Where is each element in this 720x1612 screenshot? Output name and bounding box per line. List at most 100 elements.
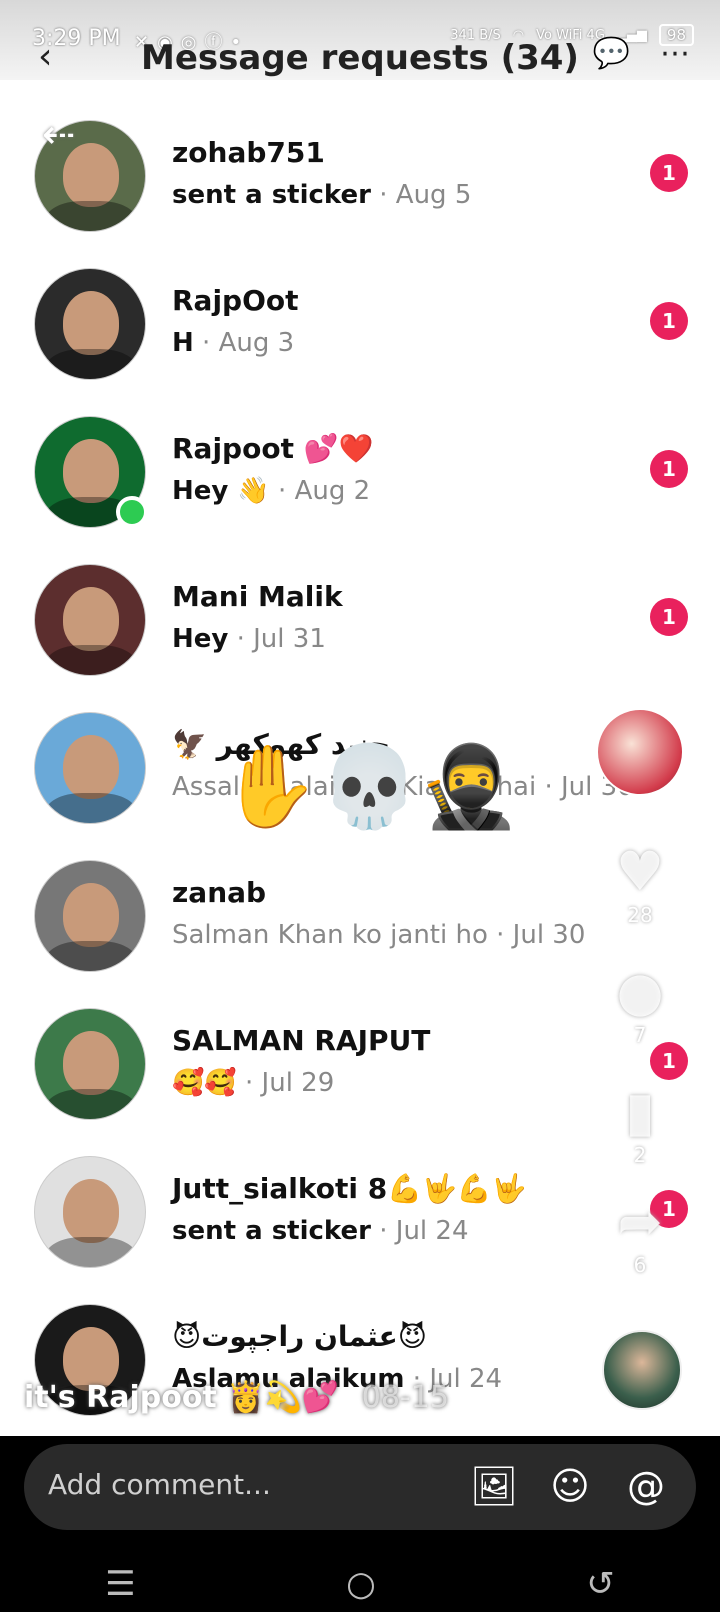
message-preview: sent a sticker · Aug 5 [172, 180, 471, 210]
image-icon[interactable]: 🖼 [470, 1462, 518, 1510]
comment-placeholder: Add comment... [48, 1468, 271, 1501]
share-count: 6 [633, 1253, 647, 1277]
menu-icon[interactable]: ☰ [105, 1564, 135, 1604]
separator: · [487, 920, 513, 950]
video-progress-bar[interactable] [24, 1421, 696, 1435]
comment-button[interactable]: ● 7 [608, 960, 672, 1047]
message-request-row[interactable]: Rajpoot 💕❤️ Hey 👋 · Aug 2 1 [0, 396, 720, 544]
overlay-back-icon[interactable]: ⇠ [42, 112, 76, 158]
like-button[interactable]: ♥ 28 [608, 840, 672, 927]
sender-name: zanab [172, 876, 267, 909]
header: ‹ Message requests (34) 💬 ⋯ [0, 30, 720, 86]
message-date: Jul 31 [253, 624, 326, 654]
comment-icon: ● [616, 960, 664, 1023]
avatar[interactable] [34, 1156, 146, 1268]
progress-knob[interactable] [178, 1421, 193, 1435]
sender-name: zohab751 [172, 136, 325, 169]
message-request-row[interactable]: RajpOot H · Aug 3 1 [0, 248, 720, 396]
bottom-bar: Add comment... 🖼 ☺ @ ☰ ○ ↺ [0, 1436, 720, 1612]
sender-name: Jutt_sialkoti 8💪🤟💪🤟 [172, 1172, 527, 1205]
avatar-face [63, 587, 119, 651]
comment-input[interactable]: Add comment... 🖼 ☺ @ [24, 1444, 696, 1530]
heart-icon: ♥ [615, 840, 665, 903]
avatar-body [45, 793, 137, 823]
separator: · [269, 476, 295, 506]
message-request-row[interactable]: Mani Malik Hey · Jul 31 1 [0, 544, 720, 692]
avatar-face [63, 1031, 119, 1095]
avatar-face [63, 291, 119, 355]
separator: · [370, 180, 396, 210]
back-icon[interactable]: ↺ [586, 1564, 615, 1604]
avatar[interactable] [34, 268, 146, 380]
message-date: Aug 5 [395, 180, 472, 210]
like-count: 28 [627, 903, 653, 927]
unread-badge: 1 [650, 302, 688, 340]
separator: · [536, 772, 561, 802]
share-arrow-icon: ➦ [617, 1190, 663, 1253]
system-navbar: ☰ ○ ↺ [0, 1556, 720, 1612]
unread-badge: 1 [650, 450, 688, 488]
message-text: Hey [172, 624, 229, 654]
creator-avatar[interactable] [596, 708, 684, 796]
sender-name: SALMAN RAJPUT [172, 1024, 431, 1057]
message-request-row[interactable]: zohab751 sent a sticker · Aug 5 1 [0, 100, 720, 248]
avatar[interactable] [34, 1008, 146, 1120]
sender-name: Rajpoot 💕❤️ [172, 432, 374, 465]
separator: · [228, 624, 254, 654]
avatar-body [45, 645, 137, 675]
avatar[interactable] [34, 860, 146, 972]
screen: 3:29 PM ✕◉◎ⓕ• 341 B/S ◠ Vo WiFi 4G ▂▄▆ 9… [0, 0, 720, 1612]
home-icon[interactable]: ○ [346, 1564, 376, 1604]
avatar-face [63, 1179, 119, 1243]
chat-bubble-icon[interactable]: 💬 [593, 36, 630, 71]
message-date: Aug 2 [294, 476, 371, 506]
avatar[interactable] [34, 712, 146, 824]
message-preview: Hey · Jul 31 [172, 624, 326, 654]
avatar-body [45, 1237, 137, 1267]
message-preview: 🥰🥰 · Jul 29 [172, 1068, 334, 1098]
message-text: sent a sticker [172, 180, 371, 210]
avatar[interactable] [34, 564, 146, 676]
sender-name: RajpOot [172, 284, 299, 317]
avatar-body [45, 349, 137, 379]
avatar-body [45, 941, 137, 971]
separator: · [193, 328, 219, 358]
message-text: H [172, 328, 194, 358]
video-caption: it's Rajpoot 👸💫💕 08-15 [24, 1380, 449, 1415]
music-disc-avatar[interactable] [602, 1330, 682, 1410]
header-actions: 💬 ⋯ [593, 36, 690, 71]
search-icon[interactable] [642, 110, 686, 154]
online-status-dot [116, 496, 148, 528]
avatar-face [63, 439, 119, 503]
avatar-body [45, 201, 137, 231]
message-text: 🥰🥰 [172, 1068, 237, 1098]
save-button[interactable]: ▮ 2 [608, 1080, 672, 1167]
message-date: Aug 3 [218, 328, 295, 358]
message-preview: sent a sticker · Jul 24 [172, 1216, 469, 1246]
more-options-icon[interactable]: ⋯ [660, 36, 690, 71]
separator: · [370, 1216, 396, 1246]
unread-badge: 1 [650, 154, 688, 192]
sticker-overlay: ✋💀🥷 [220, 740, 519, 833]
avatar-face [63, 735, 119, 799]
unread-badge: 1 [650, 1042, 688, 1080]
message-preview: Salman Khan ko janti ho · Jul 30 [172, 920, 585, 950]
separator: · [236, 1068, 262, 1098]
unread-badge: 1 [650, 598, 688, 636]
save-count: 2 [633, 1143, 647, 1167]
mention-icon[interactable]: @ [622, 1462, 670, 1510]
share-button[interactable]: ➦ 6 [608, 1190, 672, 1277]
comment-count: 7 [633, 1023, 647, 1047]
sender-name: 😈عثمان راجپوت😈 [172, 1320, 427, 1353]
message-text: Hey 👋 [172, 476, 270, 506]
message-date: Jul 29 [261, 1068, 335, 1098]
caption-text: it's Rajpoot 👸💫💕 [24, 1380, 340, 1415]
message-preview: Hey 👋 · Aug 2 [172, 476, 370, 506]
emoji-icon[interactable]: ☺ [546, 1462, 594, 1510]
bookmark-icon: ▮ [625, 1080, 655, 1143]
message-date: Jul 24 [395, 1216, 469, 1246]
message-preview: H · Aug 3 [172, 328, 294, 358]
avatar-body [45, 1089, 137, 1119]
message-text: Salman Khan ko janti ho [172, 920, 488, 950]
comment-icons: 🖼 ☺ @ [470, 1462, 670, 1510]
